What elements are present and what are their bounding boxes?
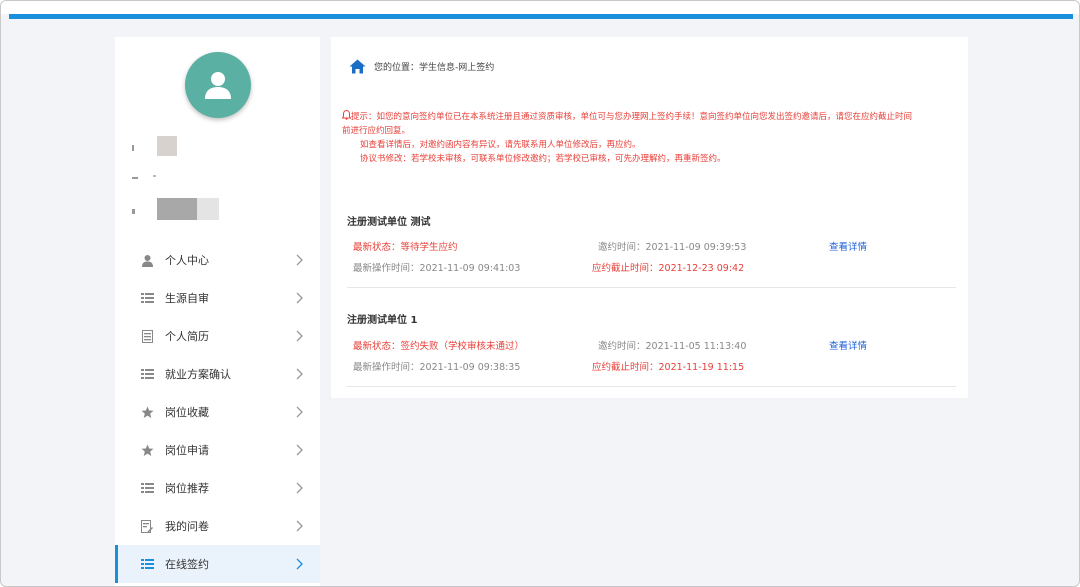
sidebar-item-label: 岗位收藏 bbox=[165, 406, 209, 419]
notice-text: 如查看详情后，对邀约函内容有异议，请先联系用人单位修改后，再应约。 bbox=[360, 140, 641, 150]
sidebar-item-my-questionnaire[interactable]: 我的问卷 bbox=[115, 507, 320, 545]
signing-notice: 提示：如您的意向签约单位已在本系统注册且通过资质审核，单位可与您办理网上签约手续… bbox=[341, 109, 962, 166]
chevron-right-icon bbox=[296, 444, 303, 456]
chevron-right-icon bbox=[296, 406, 303, 418]
sidebar-item-source-review[interactable]: 生源自审 bbox=[115, 279, 320, 317]
user-avatar-icon bbox=[205, 72, 231, 99]
redacted-info-block-2 bbox=[197, 198, 219, 220]
chevron-right-icon bbox=[296, 482, 303, 494]
record-last-op-time: 最新操作时间：2021-11-09 09:38:35 bbox=[353, 362, 521, 373]
list-icon bbox=[139, 480, 155, 496]
redacted-mark-1 bbox=[132, 145, 134, 151]
top-strip bbox=[1, 1, 1079, 14]
redacted-mark-2 bbox=[132, 177, 138, 179]
notice-text: 前进行应约回复。 bbox=[342, 126, 411, 136]
sidebar-item-label: 生源自审 bbox=[165, 292, 209, 305]
home-icon[interactable] bbox=[349, 59, 366, 74]
sidebar-item-job-favorites[interactable]: 岗位收藏 bbox=[115, 393, 320, 431]
sidebar-item-employment-plan[interactable]: 就业方案确认 bbox=[115, 355, 320, 393]
signing-record: 注册测试单位 1 最新状态：签约失败（学校审核未通过） 邀约时间：2021-11… bbox=[347, 311, 956, 381]
chevron-right-icon bbox=[296, 330, 303, 342]
record-last-op-time: 最新操作时间：2021-11-09 09:41:03 bbox=[353, 263, 521, 274]
redacted-info-block bbox=[157, 198, 197, 220]
record-title: 注册测试单位 1 bbox=[347, 315, 418, 326]
sidebar-item-online-signing[interactable]: 在线签约 bbox=[115, 545, 320, 583]
avatar[interactable] bbox=[185, 52, 251, 118]
sidebar: 个人中心 生源自审 个人简历 就业方案确认 岗位收藏 岗位申请 岗位推荐 我的问… bbox=[115, 37, 320, 586]
redacted-mark-3 bbox=[153, 175, 156, 177]
record-divider bbox=[347, 287, 956, 288]
sidebar-item-label: 岗位推荐 bbox=[165, 482, 209, 495]
star-icon bbox=[139, 404, 155, 420]
record-status: 最新状态：等待学生应约 bbox=[353, 242, 458, 253]
breadcrumb: 您的位置： 学生信息-网上签约 bbox=[349, 59, 494, 74]
document-icon bbox=[139, 328, 155, 344]
sidebar-item-label: 个人简历 bbox=[165, 330, 209, 343]
app-frame: 个人中心 生源自审 个人简历 就业方案确认 岗位收藏 岗位申请 岗位推荐 我的问… bbox=[0, 0, 1080, 587]
notice-line: 如查看详情后，对邀约函内容有异议，请先联系用人单位修改后，再应约。 bbox=[342, 138, 962, 152]
chevron-right-icon bbox=[296, 520, 303, 532]
record-status: 最新状态：签约失败（学校审核未通过） bbox=[353, 341, 525, 352]
record-invite-time: 邀约时间：2021-11-09 09:39:53 bbox=[598, 242, 747, 253]
sidebar-item-label: 岗位申请 bbox=[165, 444, 209, 457]
sidebar-item-label: 个人中心 bbox=[165, 254, 209, 267]
view-details-link[interactable]: 查看详情 bbox=[829, 338, 867, 352]
breadcrumb-path: 学生信息-网上签约 bbox=[419, 63, 495, 73]
record-deadline: 应约截止时间：2021-11-19 11:15 bbox=[592, 362, 745, 373]
breadcrumb-prefix: 您的位置： bbox=[374, 63, 420, 73]
notice-text: 协议书修改：若学校未审核，可联系单位修改邀约；若学校已审核，可先办理解约，再重新… bbox=[360, 154, 726, 164]
sidebar-item-label: 我的问卷 bbox=[165, 520, 209, 533]
notice-line: 协议书修改：若学校未审核，可联系单位修改邀约；若学校已审核，可先办理解约，再重新… bbox=[342, 152, 962, 166]
record-deadline: 应约截止时间：2021-12-23 09:42 bbox=[592, 263, 745, 274]
list-icon bbox=[139, 556, 155, 572]
record-invite-time: 邀约时间：2021-11-05 11:13:40 bbox=[598, 341, 747, 352]
record-divider bbox=[347, 386, 956, 387]
record-title: 注册测试单位 测试 bbox=[347, 217, 431, 228]
notice-line: 提示：如您的意向签约单位已在本系统注册且通过资质审核，单位可与您办理网上签约手续… bbox=[341, 109, 962, 124]
chevron-right-icon bbox=[296, 558, 303, 570]
chevron-right-icon bbox=[296, 254, 303, 266]
chevron-right-icon bbox=[296, 368, 303, 380]
main-panel: 您的位置： 学生信息-网上签约 提示：如您的意向签约单位已在本系统注册且通过资质… bbox=[331, 37, 968, 398]
questionnaire-icon bbox=[139, 518, 155, 534]
sidebar-menu: 个人中心 生源自审 个人简历 就业方案确认 岗位收藏 岗位申请 岗位推荐 我的问… bbox=[115, 241, 320, 583]
sidebar-item-label: 在线签约 bbox=[165, 558, 209, 571]
header-accent-bar bbox=[9, 14, 1073, 19]
redacted-name-block bbox=[157, 136, 177, 156]
list-icon bbox=[139, 366, 155, 382]
notice-text: 提示：如您的意向签约单位已在本系统注册且通过资质审核，单位可与您办理网上签约手续… bbox=[351, 112, 913, 122]
list-icon bbox=[139, 290, 155, 306]
star-icon bbox=[139, 442, 155, 458]
sidebar-item-resume[interactable]: 个人简历 bbox=[115, 317, 320, 355]
notice-line: 前进行应约回复。 bbox=[342, 124, 962, 138]
sidebar-item-job-recommendations[interactable]: 岗位推荐 bbox=[115, 469, 320, 507]
bell-icon bbox=[341, 109, 352, 120]
sidebar-item-job-applications[interactable]: 岗位申请 bbox=[115, 431, 320, 469]
user-icon bbox=[139, 252, 155, 268]
signing-record: 注册测试单位 测试 最新状态：等待学生应约 邀约时间：2021-11-09 09… bbox=[347, 213, 956, 283]
view-details-link[interactable]: 查看详情 bbox=[829, 239, 867, 253]
sidebar-item-personal-center[interactable]: 个人中心 bbox=[115, 241, 320, 279]
sidebar-item-label: 就业方案确认 bbox=[165, 368, 231, 381]
redacted-mark-4 bbox=[132, 209, 135, 214]
chevron-right-icon bbox=[296, 292, 303, 304]
